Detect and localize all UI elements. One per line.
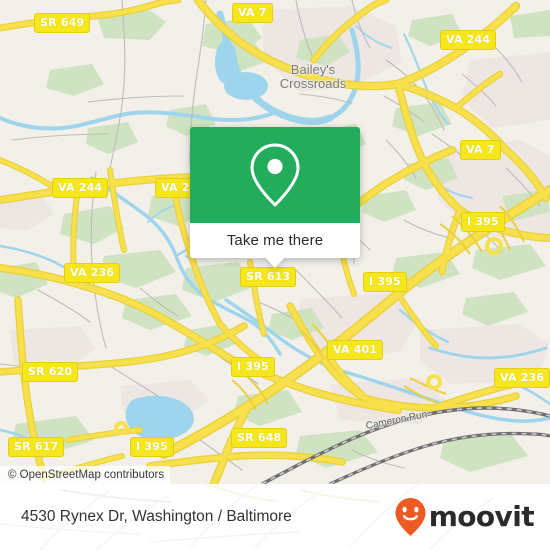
take-me-there-label: Take me there [226,232,324,249]
shield-i-395-lower[interactable]: I 395 [231,357,275,377]
shield-sr-649[interactable]: SR 649 [34,13,91,33]
moovit-wordmark: moovit [428,500,535,533]
shield-i-395-right[interactable]: I 395 [461,212,505,232]
shield-va-236-left[interactable]: VA 236 [64,263,121,283]
moovit-logo[interactable]: moovit [394,497,535,537]
osm-attribution[interactable]: © OpenStreetMap contributors [0,466,171,484]
shield-sr-613[interactable]: SR 613 [240,267,297,287]
shield-sr-620[interactable]: SR 620 [22,362,79,382]
callout-pointer-tail [265,257,285,268]
moovit-pin-icon [395,498,426,536]
shield-va-244-left[interactable]: VA 244 [52,178,109,198]
shield-va-244-top-right[interactable]: VA 244 [440,30,497,50]
callout-card-action[interactable]: Take me there [190,223,360,268]
moovit-map-screenshot: Bailey's Crossroads Cameron Run SR 649 V… [0,0,550,550]
location-callout-card[interactable]: Take me there [190,127,360,268]
shield-sr-617[interactable]: SR 617 [8,437,65,457]
shield-sr-648[interactable]: SR 648 [231,428,288,448]
shield-i-395-mid[interactable]: I 395 [363,272,407,292]
shield-va-236-right[interactable]: VA 236 [494,368,550,388]
footer-address-label: 4530 Rynex Dr, Washington / Baltimore [21,508,292,525]
shield-va-7-top[interactable]: VA 7 [232,3,273,23]
shield-va-401[interactable]: VA 401 [327,340,384,360]
shield-va-7-right[interactable]: VA 7 [460,140,501,160]
map-viewport[interactable]: Bailey's Crossroads Cameron Run SR 649 V… [0,0,550,484]
map-pin-icon [250,143,300,207]
footer-bar: 4530 Rynex Dr, Washington / Baltimore mo… [0,484,550,550]
shield-i-395-bottom[interactable]: I 395 [130,437,174,457]
callout-card-body [190,127,360,223]
